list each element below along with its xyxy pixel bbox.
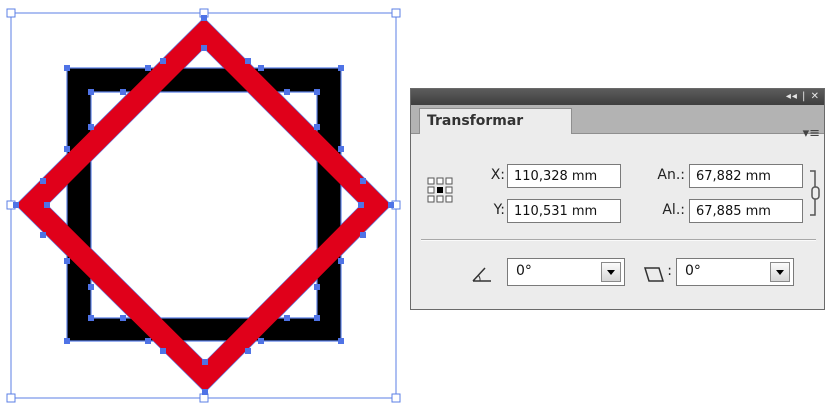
shear-angle-icon	[643, 267, 665, 282]
shear-colon: :	[667, 263, 672, 279]
panel-tab-row: Transformar ▾≡	[411, 105, 824, 141]
panel-menu-icon[interactable]: ▾≡	[803, 127, 820, 141]
rotate-angle-combo[interactable]: 0°	[507, 258, 625, 286]
height-field[interactable]	[689, 199, 803, 223]
collapse-close-controls[interactable]: ◂◂ | ✕	[786, 90, 820, 103]
transform-panel: ◂◂ | ✕ Transformar ▾≡ X: Y: An.: Al.: 0°…	[410, 88, 825, 310]
rotate-angle-icon	[472, 267, 491, 282]
width-label: An.:	[657, 167, 685, 183]
shear-angle-value: 0°	[685, 263, 701, 279]
rotate-dropdown-button[interactable]	[601, 262, 621, 282]
width-field[interactable]	[689, 164, 803, 188]
y-field[interactable]	[507, 199, 621, 223]
x-field[interactable]	[507, 164, 621, 188]
rotate-angle-value: 0°	[516, 263, 532, 279]
shear-angle-combo[interactable]: 0°	[676, 258, 794, 286]
handle-top-left[interactable]	[6, 8, 16, 18]
reference-point-icon[interactable]	[427, 177, 453, 203]
black-square-band[interactable]	[66, 67, 342, 342]
handle-bottom-right[interactable]	[391, 393, 401, 403]
shear-dropdown-button[interactable]	[770, 262, 790, 282]
panel-titlebar[interactable]: ◂◂ | ✕	[411, 89, 824, 105]
artboard-canvas[interactable]	[0, 0, 408, 409]
handle-top-right[interactable]	[391, 8, 401, 18]
handle-bottom-center[interactable]	[199, 393, 209, 403]
constrain-proportions-link-icon[interactable]	[809, 165, 821, 221]
height-label: Al.:	[662, 202, 685, 218]
x-label: X:	[490, 167, 505, 183]
handle-bottom-left[interactable]	[6, 393, 16, 403]
y-label: Y:	[493, 202, 505, 218]
tab-transformar[interactable]: Transformar	[419, 108, 572, 134]
panel-divider	[421, 239, 816, 241]
